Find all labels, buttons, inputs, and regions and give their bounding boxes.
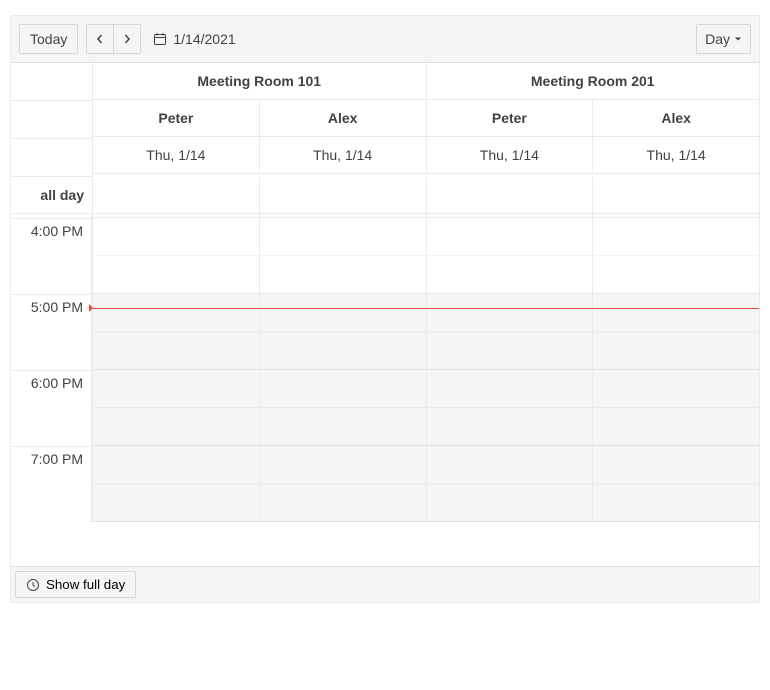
room-header-row: Meeting Room 101 Meeting Room 201 bbox=[93, 63, 759, 100]
grid-column bbox=[260, 214, 427, 522]
time-slot[interactable] bbox=[427, 256, 593, 294]
all-day-cell[interactable] bbox=[427, 177, 594, 213]
person-header: Alex bbox=[593, 100, 759, 136]
time-slot[interactable] bbox=[93, 294, 259, 332]
time-slot[interactable] bbox=[93, 370, 259, 408]
time-slot[interactable] bbox=[260, 332, 426, 370]
grid-column bbox=[593, 214, 759, 522]
show-full-day-button[interactable]: Show full day bbox=[15, 571, 136, 598]
time-slot[interactable] bbox=[260, 446, 426, 484]
column-headers: Meeting Room 101 Meeting Room 201 Peter … bbox=[11, 63, 759, 177]
time-slot[interactable] bbox=[593, 332, 759, 370]
time-slot[interactable] bbox=[260, 256, 426, 294]
date-picker[interactable]: 1/14/2021 bbox=[153, 31, 235, 47]
current-date-text: 1/14/2021 bbox=[173, 31, 235, 47]
person-header: Peter bbox=[427, 100, 594, 136]
current-time-indicator bbox=[93, 308, 759, 309]
time-slot[interactable] bbox=[593, 446, 759, 484]
all-day-cell[interactable] bbox=[260, 177, 427, 213]
time-slot[interactable] bbox=[260, 484, 426, 522]
time-labels: 3:00 PM4:00 PM5:00 PM6:00 PM7:00 PM bbox=[11, 214, 93, 522]
date-header: Thu, 1/14 bbox=[593, 137, 759, 173]
room-header: Meeting Room 101 bbox=[93, 63, 427, 99]
time-slot[interactable] bbox=[427, 484, 593, 522]
all-day-label: all day bbox=[11, 177, 93, 213]
time-slot[interactable] bbox=[593, 370, 759, 408]
time-gutter-header bbox=[11, 63, 93, 177]
calendar-icon bbox=[153, 32, 167, 46]
time-slot[interactable] bbox=[93, 408, 259, 446]
clock-icon bbox=[26, 578, 40, 592]
time-grid bbox=[93, 214, 759, 522]
toolbar: Today 1/14/2021 Day bbox=[11, 16, 759, 63]
scheduler-footer: Show full day bbox=[11, 566, 759, 602]
date-header: Thu, 1/14 bbox=[93, 137, 260, 173]
time-slot[interactable] bbox=[427, 332, 593, 370]
nav-button-group bbox=[86, 24, 141, 54]
time-slot[interactable] bbox=[593, 218, 759, 256]
time-slot[interactable] bbox=[427, 408, 593, 446]
time-label: 6:00 PM bbox=[11, 370, 92, 446]
caret-down-icon bbox=[734, 35, 742, 43]
today-button[interactable]: Today bbox=[19, 24, 78, 54]
time-slot[interactable] bbox=[260, 218, 426, 256]
all-day-cell[interactable] bbox=[93, 177, 260, 213]
show-full-day-label: Show full day bbox=[46, 577, 125, 592]
person-header: Peter bbox=[93, 100, 260, 136]
person-header: Alex bbox=[260, 100, 427, 136]
time-slot[interactable] bbox=[260, 370, 426, 408]
time-label: 5:00 PM bbox=[11, 294, 92, 370]
time-slot[interactable] bbox=[427, 446, 593, 484]
time-label: 7:00 PM bbox=[11, 446, 92, 522]
room-header: Meeting Room 201 bbox=[427, 63, 760, 99]
grid-column bbox=[93, 214, 260, 522]
chevron-left-icon bbox=[95, 34, 105, 44]
time-slot[interactable] bbox=[427, 370, 593, 408]
time-slot[interactable] bbox=[93, 484, 259, 522]
grid-column bbox=[427, 214, 594, 522]
time-slot[interactable] bbox=[593, 484, 759, 522]
time-slot[interactable] bbox=[260, 294, 426, 332]
time-slot[interactable] bbox=[427, 294, 593, 332]
date-header: Thu, 1/14 bbox=[260, 137, 427, 173]
scheduler: Today 1/14/2021 Day bbox=[10, 15, 760, 603]
time-grid-scroll[interactable]: 3:00 PM4:00 PM5:00 PM6:00 PM7:00 PM bbox=[11, 214, 759, 566]
prev-button[interactable] bbox=[86, 24, 114, 54]
time-label: 4:00 PM bbox=[11, 218, 92, 294]
time-slot[interactable] bbox=[593, 408, 759, 446]
date-header-row: Thu, 1/14 Thu, 1/14 Thu, 1/14 Thu, 1/14 bbox=[93, 137, 759, 174]
next-button[interactable] bbox=[114, 24, 141, 54]
person-header-row: Peter Alex Peter Alex bbox=[93, 100, 759, 137]
time-slot[interactable] bbox=[427, 218, 593, 256]
scheduler-body: 3:00 PM4:00 PM5:00 PM6:00 PM7:00 PM bbox=[11, 214, 759, 566]
view-selector[interactable]: Day bbox=[696, 24, 751, 54]
date-header: Thu, 1/14 bbox=[427, 137, 594, 173]
chevron-right-icon bbox=[122, 34, 132, 44]
time-slot[interactable] bbox=[93, 332, 259, 370]
time-slot[interactable] bbox=[260, 408, 426, 446]
all-day-row: all day bbox=[11, 177, 759, 214]
time-slot[interactable] bbox=[593, 294, 759, 332]
time-slot[interactable] bbox=[93, 218, 259, 256]
time-slot[interactable] bbox=[593, 256, 759, 294]
all-day-cell[interactable] bbox=[593, 177, 759, 213]
time-slot[interactable] bbox=[93, 256, 259, 294]
current-time-arrow-icon bbox=[89, 304, 93, 312]
view-label: Day bbox=[705, 31, 730, 47]
time-slot[interactable] bbox=[93, 446, 259, 484]
